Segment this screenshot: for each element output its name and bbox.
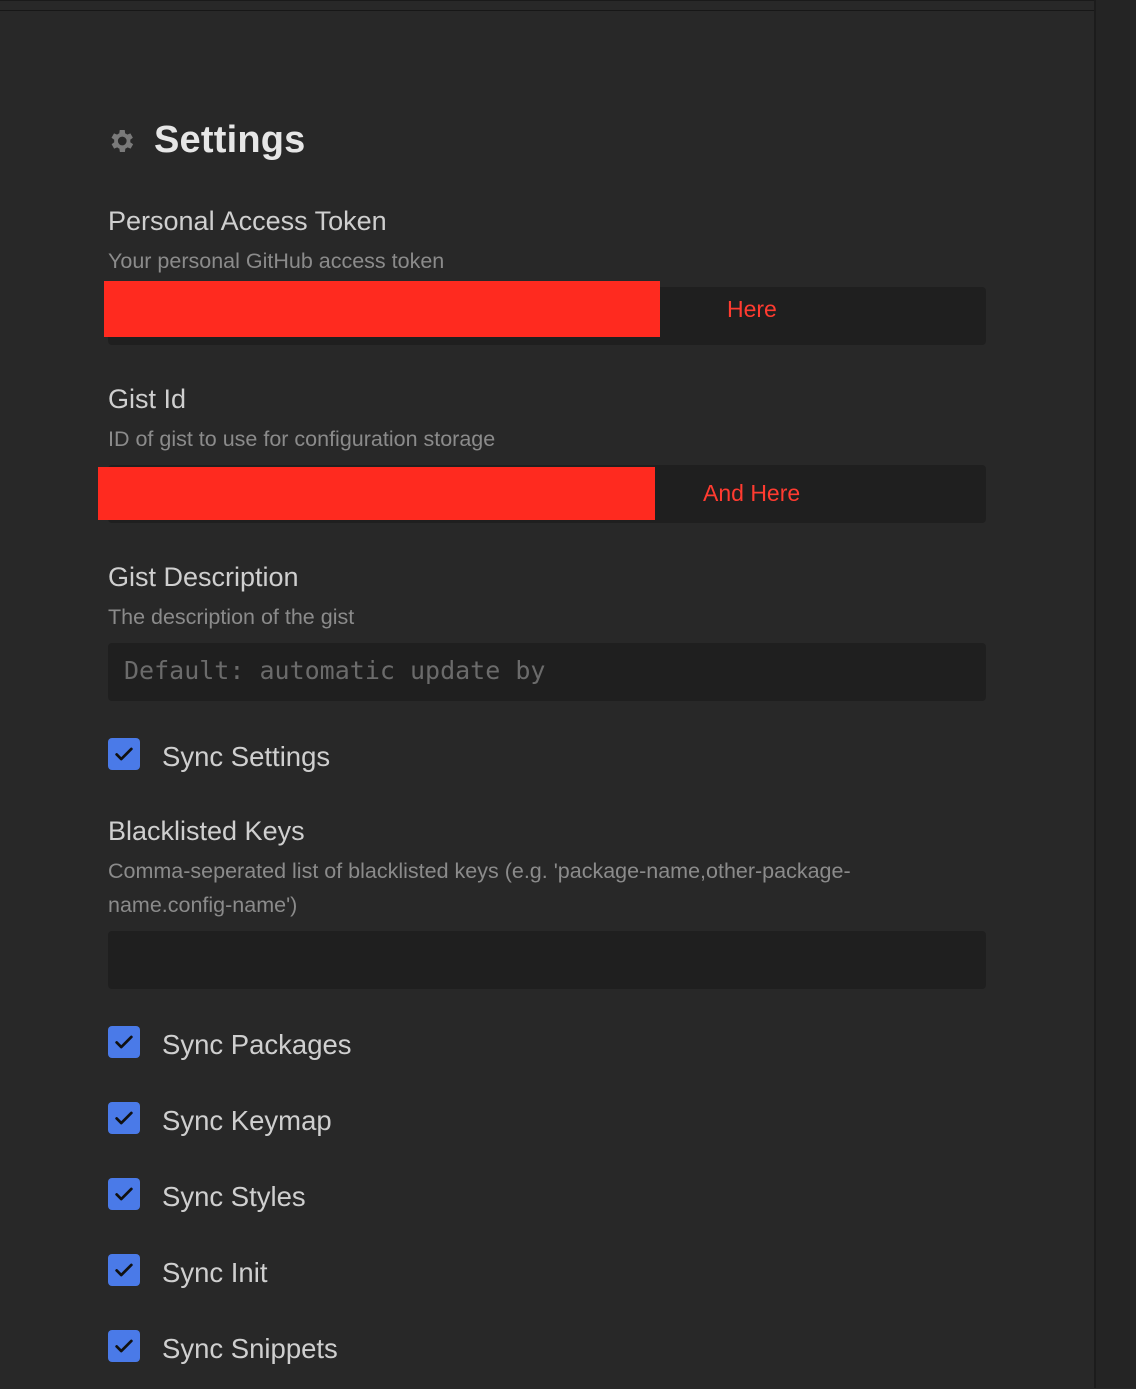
token-description: Your personal GitHub access token	[108, 249, 445, 273]
sync-styles-checkbox[interactable]	[108, 1178, 140, 1210]
gist-description-placeholder: Default: automatic update by	[124, 656, 546, 685]
checkmark-icon	[115, 747, 133, 761]
sync-init-checkbox[interactable]	[108, 1254, 140, 1286]
gist-description-label: Gist Description	[108, 562, 299, 592]
gist-description-input[interactable]: Default: automatic update by	[108, 643, 986, 701]
token-redaction	[104, 281, 660, 337]
sync-settings-row[interactable]: Sync Settings	[108, 738, 331, 773]
gist-id-redaction	[98, 467, 655, 520]
sync-snippets-label: Sync Snippets	[162, 1333, 338, 1364]
sync-keymap-label: Sync Keymap	[162, 1105, 332, 1136]
sync-init-row[interactable]: Sync Init	[108, 1254, 268, 1289]
gist-id-annotation: And Here	[703, 480, 801, 506]
settings-panel: Settings Personal Access Token Your pers…	[0, 0, 1094, 1389]
blacklisted-keys-description: Comma-seperated list of blacklisted keys…	[108, 859, 851, 917]
gist-id-label: Gist Id	[108, 384, 187, 414]
checkmark-icon	[115, 1035, 133, 1049]
token-label: Personal Access Token	[108, 206, 387, 236]
top-divider	[0, 10, 1094, 11]
sync-packages-checkbox[interactable]	[108, 1026, 140, 1058]
blacklisted-keys-label: Blacklisted Keys	[108, 816, 305, 846]
sync-settings-label: Sync Settings	[162, 741, 331, 772]
checkmark-icon	[115, 1339, 133, 1353]
right-gutter	[1094, 0, 1136, 1388]
sync-init-label: Sync Init	[162, 1257, 268, 1288]
sync-snippets-row[interactable]: Sync Snippets	[108, 1330, 338, 1365]
checkmark-icon	[115, 1263, 133, 1277]
gist-description-description: The description of the gist	[108, 605, 355, 629]
checkmark-icon	[115, 1111, 133, 1125]
settings-header: Settings	[106, 119, 306, 162]
page-title: Settings	[154, 119, 306, 161]
blacklisted-keys-input[interactable]	[108, 931, 986, 989]
sync-packages-row[interactable]: Sync Packages	[108, 1026, 352, 1061]
checkmark-icon	[115, 1187, 133, 1201]
gist-id-description: ID of gist to use for configuration stor…	[108, 427, 496, 451]
sync-snippets-checkbox[interactable]	[108, 1330, 140, 1362]
gear-icon	[111, 129, 134, 152]
sync-settings-checkbox[interactable]	[108, 738, 140, 770]
sync-packages-label: Sync Packages	[162, 1029, 352, 1060]
token-annotation: Here	[727, 296, 777, 322]
sync-keymap-checkbox[interactable]	[108, 1102, 140, 1134]
sync-styles-row[interactable]: Sync Styles	[108, 1178, 306, 1213]
sync-keymap-row[interactable]: Sync Keymap	[108, 1102, 332, 1137]
sync-styles-label: Sync Styles	[162, 1181, 306, 1212]
